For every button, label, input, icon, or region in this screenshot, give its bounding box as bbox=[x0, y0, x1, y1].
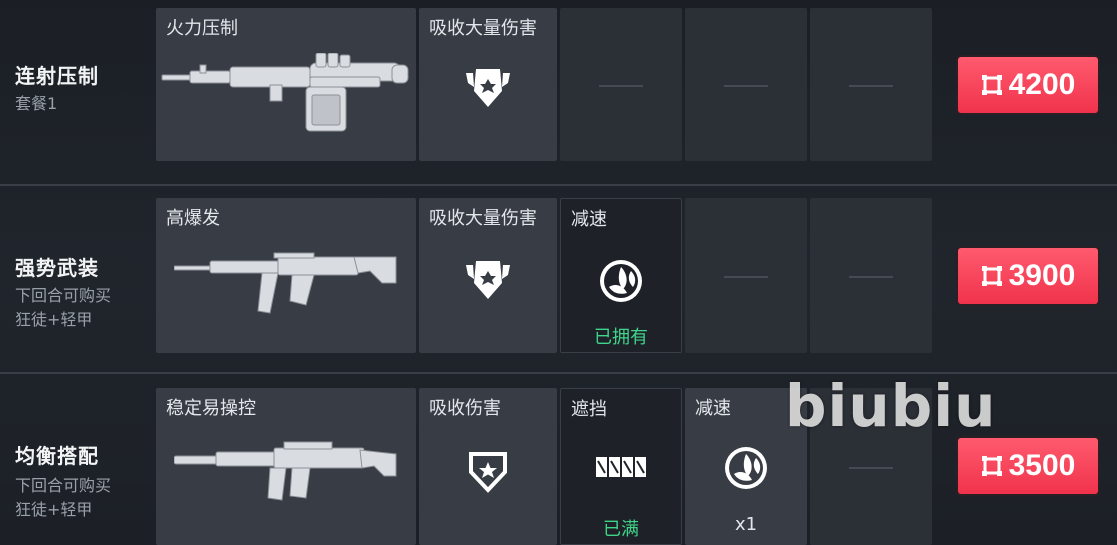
empty-slot bbox=[685, 8, 807, 161]
armor-card-title: 吸收大量伤害 bbox=[429, 208, 537, 229]
ability-card-title: 遮挡 bbox=[571, 399, 607, 420]
ability-card-barrier[interactable]: 遮挡 已满 bbox=[560, 388, 682, 545]
slow-orb-icon bbox=[725, 447, 767, 489]
light-shield-icon bbox=[469, 452, 507, 493]
package-row-1: 连射压制 套餐1 火力压制 吸收大量伤害 4200 bbox=[0, 0, 1117, 170]
credits-icon bbox=[981, 456, 1002, 476]
slow-orb-icon bbox=[600, 260, 642, 302]
package-name: 强势武装 bbox=[15, 256, 99, 280]
package-subtitle: 套餐1 bbox=[15, 94, 58, 113]
rifle-image bbox=[174, 252, 397, 314]
row-divider bbox=[0, 184, 1117, 186]
armor-card[interactable]: 吸收伤害 bbox=[419, 388, 557, 545]
package-subtitle: 下回合可购买 bbox=[15, 476, 112, 495]
empty-slot bbox=[685, 198, 807, 353]
watermark: biubiu bbox=[785, 372, 997, 440]
weapon-card[interactable]: 火力压制 bbox=[156, 8, 416, 161]
ability-count: x1 bbox=[734, 514, 758, 535]
machine-gun-image bbox=[161, 53, 409, 132]
armor-card-title: 吸收大量伤害 bbox=[429, 18, 537, 39]
package-row-2: 强势武装 下回合可购买 狂徒+轻甲 高爆发 吸收大量伤害 减速 已拥有 3900 bbox=[0, 190, 1117, 360]
credits-icon bbox=[981, 266, 1002, 286]
ability-card-title: 减速 bbox=[695, 398, 731, 419]
package-subtitle: 下回合可购买 bbox=[15, 286, 112, 305]
heavy-shield-icon bbox=[466, 69, 510, 107]
empty-slot bbox=[810, 8, 932, 161]
empty-slot bbox=[810, 198, 932, 353]
armor-card[interactable]: 吸收大量伤害 bbox=[419, 8, 557, 161]
weapon-card-title: 高爆发 bbox=[166, 208, 220, 229]
rifle-image bbox=[174, 441, 397, 501]
price-value: 3900 bbox=[1008, 259, 1076, 292]
full-status: 已满 bbox=[603, 519, 639, 540]
buy-button[interactable]: 4200 bbox=[958, 57, 1098, 113]
buy-button[interactable]: 3900 bbox=[958, 248, 1098, 304]
armor-card-title: 吸收伤害 bbox=[429, 398, 501, 419]
weapon-card[interactable]: 高爆发 bbox=[156, 198, 416, 353]
package-name: 均衡搭配 bbox=[15, 444, 99, 468]
package-contents: 狂徒+轻甲 bbox=[15, 310, 93, 329]
package-contents: 狂徒+轻甲 bbox=[15, 500, 93, 519]
ability-card-title: 减速 bbox=[571, 209, 607, 230]
ability-card-slow[interactable]: 减速 已拥有 bbox=[560, 198, 682, 353]
barrier-icon bbox=[596, 457, 646, 477]
credits-icon bbox=[981, 75, 1002, 95]
weapon-card-title: 稳定易操控 bbox=[166, 398, 256, 419]
buy-button[interactable]: 3500 bbox=[958, 438, 1098, 494]
weapon-card-title: 火力压制 bbox=[166, 18, 238, 39]
price-value: 4200 bbox=[1008, 68, 1076, 101]
price-value: 3500 bbox=[1008, 449, 1076, 482]
package-name: 连射压制 bbox=[15, 64, 99, 88]
heavy-shield-icon bbox=[466, 261, 510, 299]
weapon-card[interactable]: 稳定易操控 bbox=[156, 388, 416, 545]
owned-status: 已拥有 bbox=[594, 327, 648, 348]
armor-card[interactable]: 吸收大量伤害 bbox=[419, 198, 557, 353]
empty-slot bbox=[560, 8, 682, 161]
